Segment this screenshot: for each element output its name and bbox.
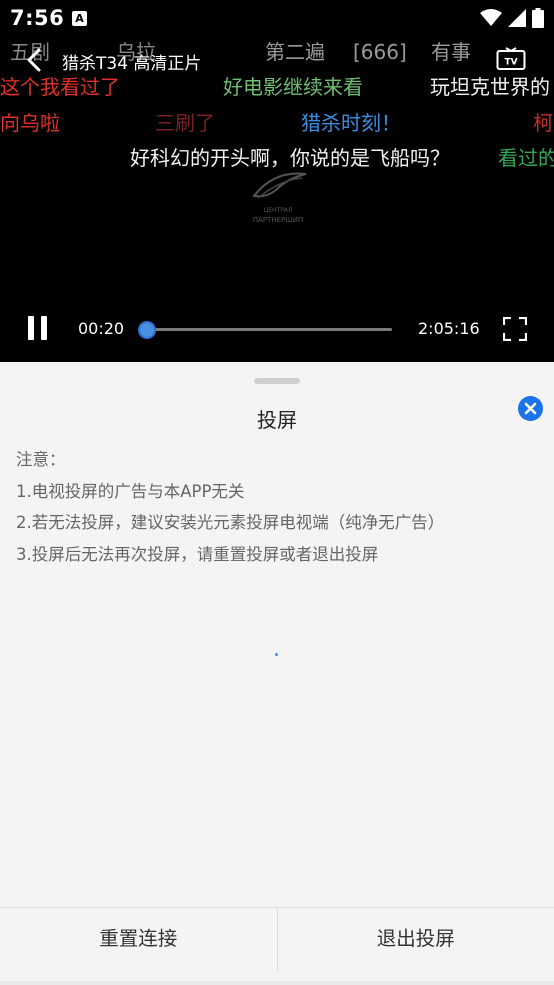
tv-icon: TV	[496, 47, 526, 70]
danmaku-comment: 好科幻的开头啊，你说的是飞船吗？	[130, 146, 450, 170]
cast-sheet: 投屏 注意： 1.电视投屏的广告与本APP无关 2.若无法投屏，建议安装光元素投…	[0, 362, 554, 985]
app-notification-icon: A	[72, 11, 87, 26]
fullscreen-icon	[502, 316, 528, 342]
close-button[interactable]	[518, 396, 543, 421]
danmaku-comment: 向乌啦	[0, 111, 60, 135]
danmaku-comment: 三刷了	[155, 111, 215, 135]
sheet-action-bar: 重置连接 退出投屏	[0, 907, 554, 971]
note-item: 2.若无法投屏，建议安装光元素投屏电视端（纯净无广告）	[16, 513, 445, 532]
danmaku-comment: [666]	[353, 40, 407, 64]
sheet-drag-handle[interactable]	[254, 378, 300, 384]
loading-indicator	[275, 653, 278, 656]
reset-connection-button[interactable]: 重置连接	[0, 908, 277, 971]
battery-icon	[532, 8, 544, 28]
sheet-title: 投屏	[257, 408, 297, 432]
danmaku-comment: 猎杀时刻！	[301, 111, 401, 135]
svg-text:TV: TV	[504, 58, 517, 68]
danmaku-comment: 看过的	[498, 146, 554, 170]
exit-cast-button[interactable]: 退出投屏	[278, 908, 554, 971]
status-bar: 7:56 A	[0, 0, 554, 38]
signal-icon	[508, 9, 526, 27]
danmaku-comment: 这个我看过了	[0, 75, 120, 99]
studio-watermark-logo: ЦЕНТРАЛ ПАРТНЕРШИП	[252, 172, 307, 224]
notes-heading: 注意：	[16, 450, 66, 469]
svg-text:ПАРТНЕРШИП: ПАРТНЕРШИП	[253, 216, 303, 224]
note-item: 3.投屏后无法再次投屏，请重置投屏或者退出投屏	[16, 544, 379, 564]
chevron-left-icon	[27, 48, 41, 72]
pause-button[interactable]	[26, 316, 50, 342]
navigation-bar	[0, 981, 554, 985]
danmaku-comment: 好电影继续来看	[223, 75, 363, 99]
danmaku-comment: 第二遍	[265, 40, 325, 64]
pause-icon	[28, 316, 34, 340]
cast-tv-button[interactable]: TV	[496, 47, 526, 71]
current-time: 00:20	[78, 319, 125, 338]
pause-icon	[41, 316, 47, 340]
total-time: 2:05:16	[418, 319, 480, 338]
status-time: 7:56	[10, 6, 65, 30]
playback-controls: 00:20 2:05:16	[0, 300, 554, 360]
seek-bar[interactable]	[137, 321, 392, 339]
video-title: 猎杀T34 高清正片	[62, 54, 202, 74]
close-icon	[524, 402, 537, 415]
seek-thumb[interactable]	[137, 321, 156, 339]
danmaku-comment: 玩坦克世界的	[430, 75, 550, 99]
danmaku-comment: 柯	[533, 111, 553, 135]
fullscreen-button[interactable]	[502, 316, 528, 342]
svg-text:ЦЕНТРАЛ: ЦЕНТРАЛ	[264, 207, 293, 214]
wifi-icon	[480, 9, 502, 26]
video-player[interactable]: 7:56 A 五剧 乌拉 第二遍 [666] 有事 这个我看过了 好电影继续来看…	[0, 0, 554, 362]
cast-notes: 注意： 1.电视投屏的广告与本APP无关 2.若无法投屏，建议安装光元素投屏电视…	[16, 444, 444, 570]
back-button[interactable]	[20, 44, 50, 76]
danmaku-comment: 有事	[431, 40, 471, 64]
note-item: 1.电视投屏的广告与本APP无关	[16, 481, 245, 501]
